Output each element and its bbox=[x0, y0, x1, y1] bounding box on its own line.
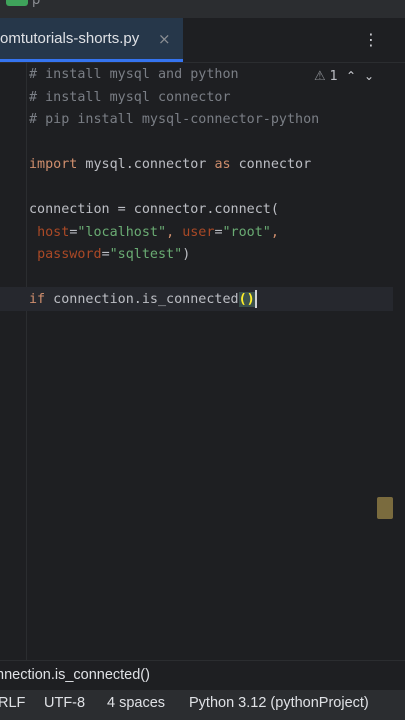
code-token: ) bbox=[182, 247, 191, 262]
code-token: "localhost" bbox=[77, 224, 167, 240]
code-token: "root" bbox=[222, 224, 271, 240]
code-token: if bbox=[29, 292, 46, 307]
code-token: # pip install mysql-connector-python bbox=[29, 112, 320, 127]
scrollbar-marker[interactable] bbox=[377, 497, 393, 519]
code-line[interactable]: password="sqltest") bbox=[29, 244, 190, 266]
code-token: host bbox=[37, 224, 70, 240]
code-token: = bbox=[101, 247, 110, 262]
code-token: password bbox=[37, 247, 102, 262]
warning-icon: ⚠ bbox=[314, 69, 326, 84]
editor-tab-file[interactable]: omtutorials-shorts.py × bbox=[0, 18, 183, 62]
code-line[interactable]: host="localhost", user="root", bbox=[29, 222, 279, 244]
code-token: connector bbox=[230, 157, 312, 172]
code-token: as bbox=[214, 157, 231, 172]
code-token: mysql.connector bbox=[77, 157, 215, 172]
window-title: p bbox=[32, 0, 41, 8]
code-line[interactable]: # install mysql connector bbox=[29, 87, 231, 109]
encoding-widget[interactable]: UTF-8 bbox=[44, 695, 85, 711]
close-tab-icon[interactable]: × bbox=[158, 30, 171, 48]
text-caret bbox=[254, 290, 257, 308]
code-token: , bbox=[166, 224, 183, 240]
gutter-divider bbox=[26, 63, 27, 660]
code-token: connection.is_connected bbox=[45, 292, 239, 307]
inspection-widget[interactable]: ⚠ 1 ⌃ ⌄ bbox=[314, 69, 374, 84]
code-line[interactable]: # pip install mysql-connector-python bbox=[29, 109, 319, 131]
line-separator-widget[interactable]: RLF bbox=[0, 695, 25, 711]
indent-widget[interactable]: 4 spaces bbox=[107, 695, 165, 711]
project-badge[interactable] bbox=[6, 0, 28, 6]
more-options-icon[interactable]: ⋮ bbox=[363, 30, 379, 49]
warning-count: 1 bbox=[329, 69, 338, 84]
breadcrumb: nnection.is_connected() bbox=[0, 660, 405, 691]
minimize-icon[interactable]: ─ bbox=[379, 0, 387, 8]
editor-tab-label: omtutorials-shorts.py bbox=[0, 30, 140, 47]
code-token: connection = connector.connect( bbox=[29, 202, 279, 217]
title-bar: p ─ bbox=[0, 0, 405, 18]
code-token: # install mysql connector bbox=[29, 89, 231, 105]
code-token: , bbox=[270, 224, 279, 240]
code-token: = bbox=[214, 224, 223, 240]
code-token: "sqltest" bbox=[109, 247, 183, 262]
code-token: user bbox=[182, 224, 215, 240]
code-line-current[interactable]: if connection.is_connected() bbox=[29, 289, 257, 311]
editor-tab-bar: omtutorials-shorts.py × ⋮ bbox=[0, 18, 405, 63]
active-tab-indicator bbox=[0, 59, 183, 62]
code-line[interactable]: import mysql.connector as connector bbox=[29, 154, 311, 176]
code-line[interactable]: connection = connector.connect( bbox=[29, 199, 279, 221]
previous-highlight-icon[interactable]: ⌃ bbox=[346, 69, 356, 83]
code-editor[interactable]: # install mysql and python # install mysq… bbox=[0, 63, 405, 660]
code-token: import bbox=[29, 157, 78, 172]
next-highlight-icon[interactable]: ⌄ bbox=[364, 69, 374, 83]
code-token: () bbox=[238, 292, 255, 307]
interpreter-widget[interactable]: Python 3.12 (pythonProject) bbox=[189, 695, 369, 711]
breadcrumb-item[interactable]: nnection.is_connected() bbox=[0, 667, 150, 683]
status-bar: RLF UTF-8 4 spaces Python 3.12 (pythonPr… bbox=[0, 690, 405, 720]
code-line[interactable]: # install mysql and python bbox=[29, 64, 239, 86]
code-token: # install mysql and python bbox=[29, 67, 239, 82]
